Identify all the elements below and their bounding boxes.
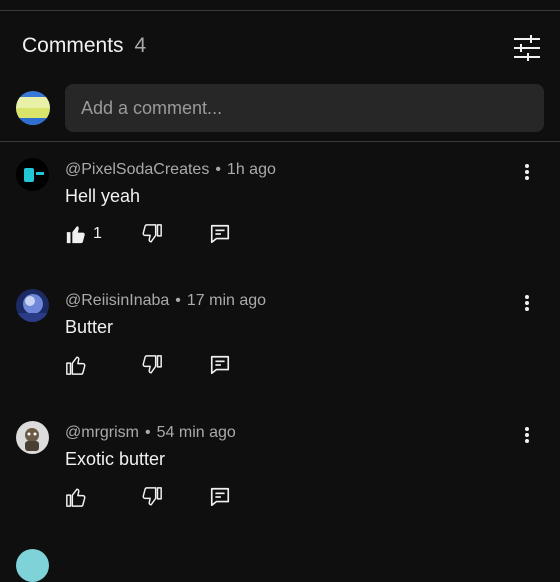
comment-time[interactable]: 17 min ago bbox=[187, 292, 266, 309]
comment-meta: @PixelSodaCreates • 1h ago bbox=[65, 161, 276, 178]
comment-avatar[interactable] bbox=[16, 158, 49, 191]
comment-time[interactable]: 1h ago bbox=[227, 161, 276, 178]
top-divider bbox=[0, 10, 560, 11]
reply-button[interactable] bbox=[209, 485, 231, 509]
reply-button[interactable] bbox=[209, 353, 231, 377]
like-button[interactable] bbox=[65, 485, 93, 509]
reply-comment-icon bbox=[210, 487, 230, 507]
comment-text: Hell yeah bbox=[65, 186, 141, 206]
more-vert-icon bbox=[525, 295, 529, 311]
sliders-icon bbox=[514, 35, 540, 61]
reply-button[interactable] bbox=[209, 222, 231, 246]
reply-comment-icon bbox=[210, 224, 230, 244]
comment-more-button[interactable] bbox=[517, 160, 537, 184]
thumbs-down-icon bbox=[142, 487, 162, 506]
dislike-button[interactable] bbox=[141, 353, 163, 377]
comment-item: @PixelSodaCreates • 1h ago Hell yeah 1 bbox=[0, 142, 560, 262]
like-button[interactable] bbox=[65, 353, 93, 377]
comment-text: Exotic butter bbox=[65, 449, 166, 469]
more-vert-icon bbox=[525, 427, 529, 443]
comments-count: 4 bbox=[134, 34, 147, 57]
comment-avatar[interactable] bbox=[16, 421, 49, 454]
comment-more-button[interactable] bbox=[517, 291, 537, 315]
comment-author[interactable]: @mrgrism bbox=[65, 424, 139, 441]
thumbs-down-icon bbox=[142, 224, 162, 243]
like-button[interactable]: 1 bbox=[65, 222, 102, 246]
thumbs-down-icon bbox=[142, 355, 162, 374]
thumbs-up-icon bbox=[66, 226, 85, 244]
comment-author[interactable]: @PixelSodaCreates bbox=[65, 161, 209, 178]
comment-more-button[interactable] bbox=[517, 423, 537, 447]
comment-time[interactable]: 54 min ago bbox=[157, 424, 236, 441]
comment-author[interactable]: @ReiisinInaba bbox=[65, 292, 169, 309]
dislike-button[interactable] bbox=[141, 222, 163, 246]
comment-avatar[interactable] bbox=[16, 549, 49, 582]
comment-item: @mrgrism • 54 min ago Exotic butter bbox=[0, 405, 560, 525]
comment-item: @ReiisinInaba • 17 min ago Butter bbox=[0, 273, 560, 393]
comment-meta: @mrgrism • 54 min ago bbox=[65, 424, 236, 441]
comment-avatar[interactable] bbox=[16, 289, 49, 322]
thumbs-up-icon bbox=[66, 356, 86, 375]
more-vert-icon bbox=[525, 164, 529, 180]
thumbs-up-icon bbox=[66, 488, 86, 507]
add-comment-input[interactable] bbox=[65, 84, 544, 132]
user-avatar bbox=[16, 91, 50, 125]
dislike-button[interactable] bbox=[141, 485, 163, 509]
sort-filter-button[interactable] bbox=[512, 34, 542, 62]
comment-text: Butter bbox=[65, 317, 114, 337]
reply-comment-icon bbox=[210, 355, 230, 375]
comment-meta: @ReiisinInaba • 17 min ago bbox=[65, 292, 267, 309]
comments-header: Comments 4 bbox=[22, 34, 146, 64]
like-count: 1 bbox=[93, 225, 102, 242]
comments-title: Comments bbox=[22, 34, 124, 57]
